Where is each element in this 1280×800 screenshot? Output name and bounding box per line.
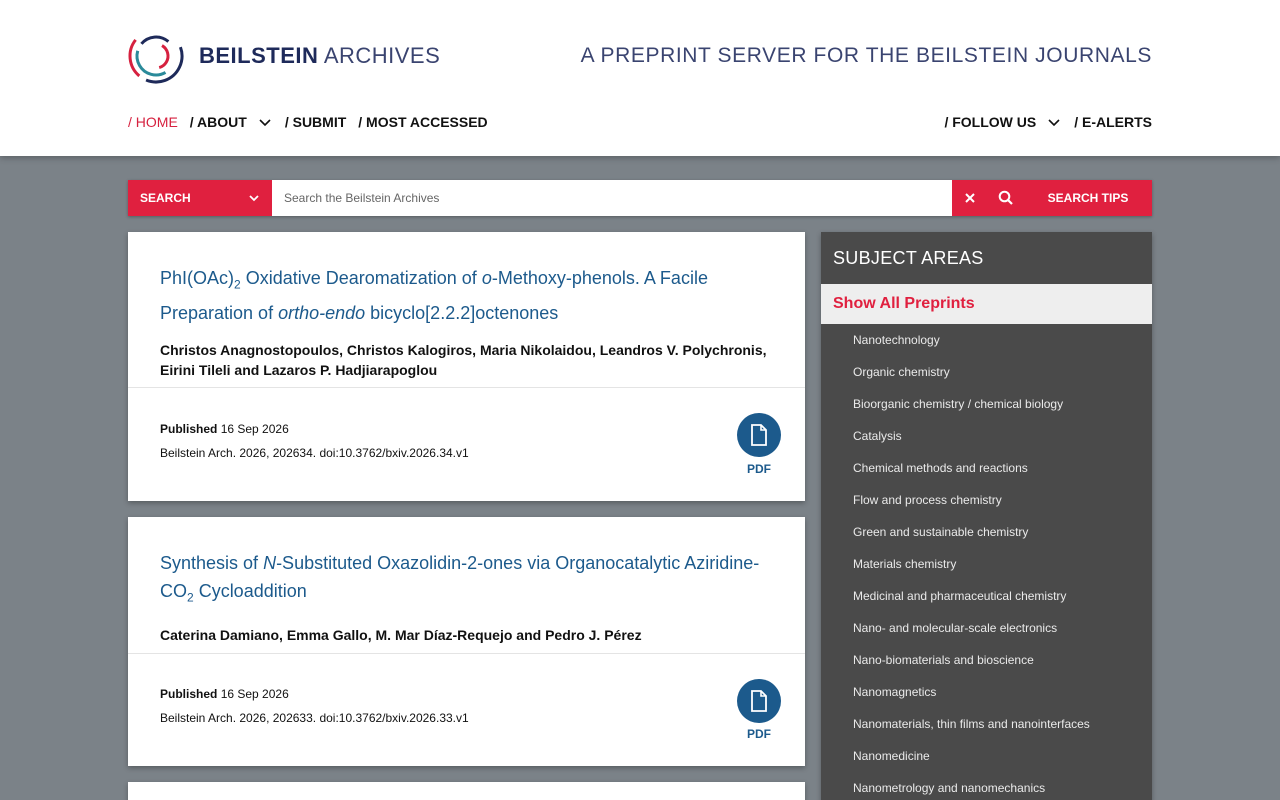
sidebar-item-subject[interactable]: Nanomaterials, thin films and nanointerf…	[853, 708, 1090, 740]
sidebar-item-subject[interactable]: Chemical methods and reactions	[853, 452, 1090, 484]
published-value: 16 Sep 2026	[220, 422, 289, 436]
sidebar-item-subject[interactable]: Nano- and molecular-scale electronics	[853, 612, 1090, 644]
sidebar-item-subject[interactable]: Nanomagnetics	[853, 676, 1090, 708]
search-input[interactable]	[272, 180, 952, 216]
title-part: Synthesis of	[160, 553, 264, 573]
search-button[interactable]	[988, 180, 1024, 216]
article-card: PhI(OAc)2 Oxidative Dearomatization of o…	[128, 232, 805, 501]
article-card: Synthesis of N-Substituted Oxazolidin-2-…	[128, 517, 805, 766]
sidebar-item-subject[interactable]: Nanomedicine	[853, 740, 1090, 772]
chevron-down-icon	[1048, 119, 1060, 127]
title-part: 2	[234, 277, 241, 292]
brand-light: ARCHIVES	[323, 43, 441, 68]
pdf-label[interactable]: PDF	[747, 727, 771, 741]
sidebar-item-subject[interactable]: Nanotechnology	[853, 324, 1090, 356]
nav-follow-us[interactable]: / FOLLOW US	[944, 114, 1062, 130]
article-authors: Christos Anagnostopoulos, Christos Kalog…	[160, 342, 767, 378]
clear-search-button[interactable]	[952, 180, 988, 216]
sidebar-item-subject[interactable]: Nanometrology and nanomechanics	[853, 772, 1090, 800]
show-all-preprints-link[interactable]: Show All Preprints	[821, 284, 1152, 324]
site-tagline: A PREPRINT SERVER FOR THE BEILSTEIN JOUR…	[580, 44, 1152, 67]
nav-about-label: / ABOUT	[189, 114, 247, 130]
search-tips-button[interactable]: SEARCH TIPS	[1024, 180, 1152, 216]
card-divider	[128, 387, 805, 388]
article-card	[128, 782, 805, 800]
logo-icon[interactable]	[127, 27, 185, 85]
nav-e-alerts[interactable]: / E-ALERTS	[1074, 114, 1152, 130]
subject-areas-sidebar: SUBJECT AREAS Show All Preprints Nanotec…	[821, 232, 1152, 800]
sidebar-heading: SUBJECT AREAS	[833, 248, 984, 268]
search-type-select[interactable]: SEARCH	[128, 180, 272, 216]
nav-most-accessed[interactable]: / MOST ACCESSED	[358, 114, 487, 130]
nav-follow-us-label: / FOLLOW US	[944, 114, 1037, 130]
site-header: BEILSTEIN ARCHIVES A PREPRINT SERVER FOR…	[0, 0, 1280, 156]
search-icon	[998, 190, 1013, 205]
article-citation: Beilstein Arch. 2026, 202634. doi:10.376…	[160, 446, 469, 460]
title-part: N	[263, 553, 277, 573]
article-citation: Beilstein Arch. 2026, 202633. doi:10.376…	[160, 711, 469, 725]
document-icon	[751, 690, 767, 712]
nav-submit-label: / SUBMIT	[284, 114, 347, 130]
title-part: PhI(OAc)	[160, 268, 235, 288]
nav-most-accessed-label: / MOST ACCESSED	[358, 114, 488, 130]
sidebar-item-subject[interactable]: Catalysis	[853, 420, 1090, 452]
nav-e-alerts-label: / E-ALERTS	[1074, 114, 1152, 130]
sidebar-item-subject[interactable]: Nano-biomaterials and bioscience	[853, 644, 1090, 676]
document-icon	[751, 424, 767, 446]
nav-home[interactable]: / HOME	[128, 114, 178, 130]
nav-home-label: / HOME	[128, 114, 178, 130]
pdf-label[interactable]: PDF	[747, 462, 771, 476]
sidebar-item-subject[interactable]: Medicinal and pharmaceutical chemistry	[853, 580, 1090, 612]
article-title[interactable]: PhI(OAc)2 Oxidative Dearomatization of o…	[160, 264, 780, 327]
main-nav: / HOME / ABOUT / SUBMIT / MOST ACCESSED	[128, 114, 488, 130]
title-part: ortho-endo	[278, 302, 366, 323]
nav-about[interactable]: / ABOUT	[190, 114, 273, 130]
published-label: Published	[160, 422, 218, 436]
search-bar: SEARCH SEARCH TIPS	[128, 180, 1152, 216]
article-title[interactable]: Synthesis of N-Substituted Oxazolidin-2-…	[160, 549, 780, 612]
sidebar-item-subject[interactable]: Organic chemistry	[853, 356, 1090, 388]
title-part: Cycloaddition	[193, 581, 307, 601]
sidebar-item-subject[interactable]: Flow and process chemistry	[853, 484, 1090, 516]
sidebar-item-subject[interactable]: Materials chemistry	[853, 548, 1090, 580]
pdf-button[interactable]	[737, 413, 781, 457]
nav-submit[interactable]: / SUBMIT	[285, 114, 346, 130]
pdf-button[interactable]	[737, 679, 781, 723]
sidebar-item-subject[interactable]: Bioorganic chemistry / chemical biology	[853, 388, 1090, 420]
sidebar-item-subject[interactable]: Green and sustainable chemistry	[853, 516, 1090, 548]
chevron-down-icon	[259, 119, 271, 127]
published-value: 16 Sep 2026	[220, 687, 289, 701]
published-date: Published 16 Sep 2026	[160, 687, 289, 701]
subject-list: Nanotechnology Organic chemistry Bioorgani…	[853, 324, 1090, 800]
card-divider	[128, 653, 805, 654]
chevron-down-icon	[249, 195, 259, 202]
published-date: Published 16 Sep 2026	[160, 422, 289, 436]
close-icon	[965, 193, 975, 203]
title-part: bicyclo[2.2.2]octenones	[365, 302, 559, 323]
brand-name[interactable]: BEILSTEIN ARCHIVES	[199, 43, 440, 69]
brand-bold: BEILSTEIN	[199, 43, 319, 68]
secondary-nav: / FOLLOW US / E-ALERTS	[944, 114, 1152, 130]
title-part: Oxidative Dearomatization of	[240, 268, 482, 288]
search-type-label: SEARCH	[140, 191, 191, 205]
published-label: Published	[160, 687, 218, 701]
article-authors: Caterina Damiano, Emma Gallo, M. Mar Día…	[160, 627, 642, 643]
title-part: 2	[187, 590, 194, 605]
title-part: o	[481, 268, 492, 288]
